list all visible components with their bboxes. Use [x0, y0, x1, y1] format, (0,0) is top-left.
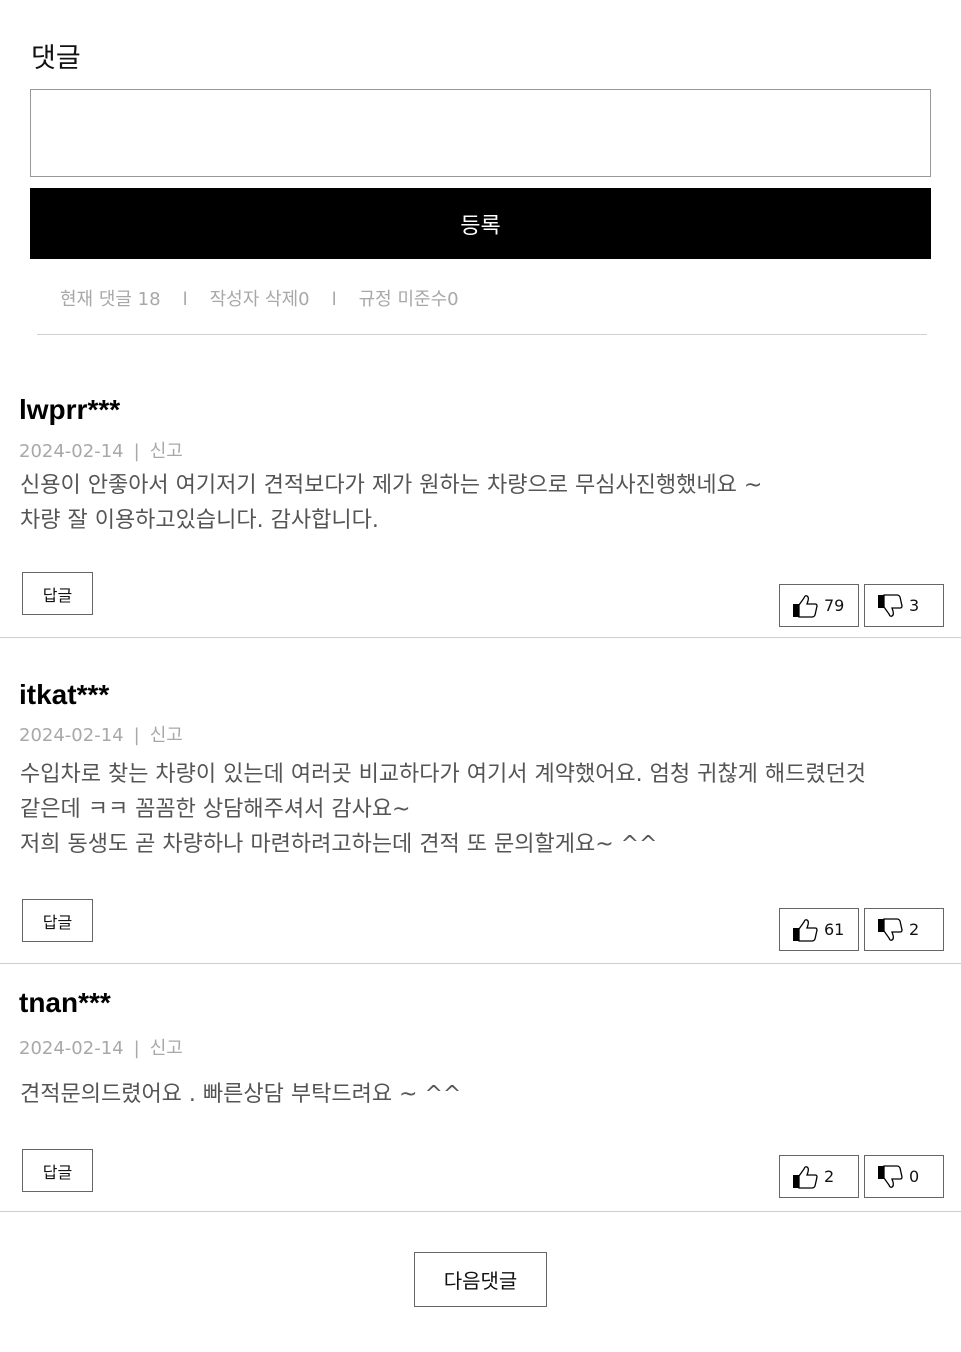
thumbs-down-icon: [878, 917, 903, 941]
comment-line: 같은데 ㅋㅋ 꼼꼼한 상담해주셔서 감사요~: [20, 797, 411, 822]
like-count: 61: [824, 920, 845, 939]
comment-date: 2024-02-14: [19, 1038, 124, 1059]
comment-date: 2024-02-14: [19, 725, 124, 746]
stats-separator: l: [182, 289, 188, 310]
comment-date: 2024-02-14: [19, 441, 124, 462]
meta-separator: |: [133, 441, 140, 462]
comment-divider: [0, 1211, 961, 1212]
reply-button[interactable]: 답글: [22, 572, 93, 615]
comment-line: 저희 동생도 곧 차량하나 마련하려고하는데 견적 또 문의할게요~ ^^: [20, 832, 658, 857]
dislike-button[interactable]: 2: [864, 908, 944, 951]
comment-line: 차량 잘 이용하고있습니다. 감사합니다.: [20, 508, 379, 533]
like-button[interactable]: 79: [779, 584, 859, 627]
comment-line: 신용이 안좋아서 여기저기 견적보다가 제가 원하는 차량으로 무심사진행했네요…: [20, 473, 763, 498]
comment-body: 견적문의드렸어요 . 빠른상담 부탁드려요 ~ ^^: [20, 1077, 940, 1112]
comment-meta: 2024-02-14 | 신고: [19, 1034, 183, 1060]
comment-body: 신용이 안좋아서 여기저기 견적보다가 제가 원하는 차량으로 무심사진행했네요…: [20, 468, 940, 538]
thumbs-up-icon: [793, 594, 818, 618]
dislike-button[interactable]: 0: [864, 1155, 944, 1198]
comment-author: lwprr***: [19, 394, 121, 425]
comment-body: 수입차로 찾는 차량이 있는데 여러곳 비교하다가 여기서 계약했어요. 엄청 …: [20, 757, 940, 862]
next-comments-button[interactable]: 다음댓글: [414, 1252, 547, 1307]
comment-stats: 현재 댓글 18 l 작성자 삭제0 l 규정 미준수0: [60, 285, 459, 311]
stats-separator: l: [331, 289, 337, 310]
comment-meta: 2024-02-14 | 신고: [19, 721, 183, 747]
comment-line: 수입차로 찾는 차량이 있는데 여러곳 비교하다가 여기서 계약했어요. 엄청 …: [20, 762, 867, 787]
reply-button[interactable]: 답글: [22, 1149, 93, 1192]
section-divider: [37, 334, 927, 335]
thumbs-down-icon: [878, 593, 903, 617]
comment-author: itkat***: [19, 679, 110, 710]
report-link[interactable]: 신고: [150, 1038, 183, 1059]
comment-line: 견적문의드렸어요 . 빠른상담 부탁드려요 ~ ^^: [20, 1082, 462, 1107]
comment-divider: [0, 637, 961, 638]
like-count: 79: [824, 596, 845, 615]
dislike-button[interactable]: 3: [864, 584, 944, 627]
thumbs-up-icon: [793, 918, 818, 942]
comment-author: tnan***: [19, 987, 111, 1018]
like-button[interactable]: 2: [779, 1155, 859, 1198]
dislike-count: 2: [909, 920, 920, 939]
comment-meta: 2024-02-14 | 신고: [19, 437, 183, 463]
like-count: 2: [824, 1167, 835, 1186]
rule-violation-count: 규정 미준수0: [358, 289, 459, 310]
comment-divider: [0, 963, 961, 964]
submit-comment-button[interactable]: 등록: [30, 188, 931, 259]
dislike-count: 0: [909, 1167, 920, 1186]
thumbs-down-icon: [878, 1164, 903, 1188]
report-link[interactable]: 신고: [150, 441, 183, 462]
comment-input[interactable]: [30, 89, 931, 177]
comment-section-title: 댓글: [31, 43, 81, 74]
dislike-count: 3: [909, 596, 920, 615]
like-button[interactable]: 61: [779, 908, 859, 951]
meta-separator: |: [133, 1038, 140, 1059]
thumbs-up-icon: [793, 1165, 818, 1189]
meta-separator: |: [133, 725, 140, 746]
current-comment-count: 현재 댓글 18: [60, 289, 161, 310]
author-deleted-count: 작성자 삭제0: [209, 289, 310, 310]
reply-button[interactable]: 답글: [22, 899, 93, 942]
report-link[interactable]: 신고: [150, 725, 183, 746]
